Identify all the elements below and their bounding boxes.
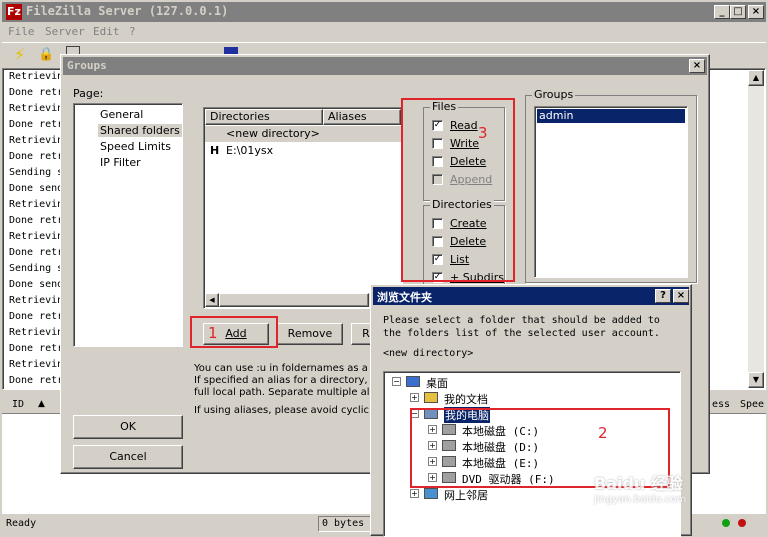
annotation-1: 1 (208, 324, 218, 342)
page-item[interactable]: IP Filter (98, 156, 143, 169)
log-line: Done retr (9, 151, 64, 162)
log-line: Done retr (9, 375, 64, 386)
filezilla-logo-icon: Fz (6, 4, 22, 20)
main-titlebar: Fz FileZilla Server (127.0.0.1) _ □ × (2, 2, 766, 22)
remove-button[interactable]: Remove (277, 323, 343, 345)
tree-folder-icon (424, 392, 438, 403)
log-line: Retrievin (9, 295, 64, 306)
status-led-red-icon (738, 519, 746, 527)
log-line: Retrievin (9, 199, 64, 210)
browse-message-2: the folders list of the selected user ac… (383, 328, 660, 339)
log-line: Retrievin (9, 135, 64, 146)
directories-list: Directories Aliases <new directory> H E:\0… (203, 107, 403, 309)
tree-folder-icon (406, 376, 420, 387)
watermark-line1: Baidu 经验 (594, 474, 683, 493)
tree-item[interactable]: 我的文档 (444, 391, 488, 407)
log-line: Retrievin (9, 327, 64, 338)
help-text: full local path. Separate multiple alias… (194, 387, 390, 398)
page-label: Page: (73, 87, 104, 100)
connect-icon[interactable]: ⚡ (14, 46, 32, 64)
log-line: Done retr (9, 87, 64, 98)
browse-titlebar: 浏览文件夹 ? × (373, 287, 689, 305)
status-ready: Ready (6, 518, 37, 529)
home-marker: H (210, 144, 220, 157)
log-line: Retrievin (9, 103, 64, 114)
log-line: Done send (9, 279, 64, 290)
help-text: If specified an alias for a directory, i… (194, 375, 389, 386)
log-line: Retrievin (9, 359, 64, 370)
log-line: Done retr (9, 215, 64, 226)
status-bytes: 0 bytes (322, 518, 365, 529)
scroll-up-button[interactable]: ▲ (748, 70, 764, 86)
dir-header-aliases[interactable]: Aliases (323, 109, 401, 125)
tree-expander[interactable]: + (410, 489, 419, 498)
groups-close-button[interactable]: × (689, 59, 705, 73)
ok-button[interactable]: OK (73, 415, 183, 439)
col-bytes[interactable]: ess (712, 399, 730, 410)
menu-server[interactable]: Server (45, 25, 85, 38)
browse-message-1: Please select a folder that should be ad… (383, 315, 660, 326)
page-tree: General Shared folders Speed Limits IP Filt… (73, 103, 183, 347)
groups-listbox: admin (534, 106, 688, 278)
scroll-down-button[interactable]: ▼ (748, 372, 764, 388)
page-item[interactable]: Shared folders (98, 124, 182, 137)
col-id[interactable]: ID (12, 399, 24, 410)
status-led-green-icon (722, 519, 730, 527)
menu-help[interactable]: ? (129, 25, 136, 38)
hscroll-left-button[interactable]: ◀ (205, 293, 219, 307)
page-item[interactable]: General (98, 108, 145, 121)
lock-icon[interactable]: 🔒 (38, 46, 54, 64)
groups-titlebar: Groups × (63, 57, 707, 75)
browse-title: 浏览文件夹 (377, 291, 432, 304)
tree-expander[interactable]: − (392, 377, 401, 386)
log-line: Retrievin (9, 231, 64, 242)
close-button[interactable]: × (748, 5, 764, 19)
log-line: Done retr (9, 247, 64, 258)
hscroll-thumb[interactable] (219, 293, 369, 307)
minimize-button[interactable]: _ (714, 5, 730, 19)
groups-list-title: Groups (532, 88, 576, 101)
tree-expander[interactable]: + (410, 393, 419, 402)
log-line: Done send (9, 183, 64, 194)
menu-edit[interactable]: Edit (93, 25, 120, 38)
watermark-line2: jingyan.baidu.com (594, 494, 687, 505)
col-speed[interactable]: Spee (740, 399, 764, 410)
tree-item[interactable]: 桌面 (426, 375, 448, 391)
group-item-admin[interactable]: admin (537, 109, 685, 123)
dir-header-directories[interactable]: Directories (205, 109, 323, 125)
log-scrollbar[interactable]: ▲ ▼ (748, 70, 764, 388)
help-text: You can use :u in foldernames as a pl (194, 363, 381, 374)
groups-list-group: Groups admin (525, 88, 697, 283)
annotation-3: 3 (478, 124, 488, 142)
annotation-box-add (190, 316, 278, 348)
page-item[interactable]: Speed Limits (98, 140, 173, 153)
main-title: FileZilla Server (127.0.0.1) (26, 4, 229, 18)
log-line: Done retr (9, 311, 64, 322)
menu-file[interactable]: File (8, 25, 35, 38)
help-text: If using aliases, please avoid cyclic di… (194, 405, 386, 416)
annotation-2: 2 (598, 424, 608, 442)
log-line: Done retr (9, 343, 64, 354)
log-line: Sending s (9, 167, 64, 178)
browse-close-button[interactable]: × (673, 289, 689, 303)
browse-current: <new directory> (383, 348, 474, 359)
log-line: Retrievin (9, 71, 64, 82)
groups-title: Groups (67, 59, 107, 72)
dir-row-name[interactable]: E:\01ysx (226, 144, 273, 157)
cancel-button[interactable]: Cancel (73, 445, 183, 469)
dir-row-name[interactable]: <new directory> (226, 127, 320, 140)
tree-item[interactable]: 网上邻居 (444, 487, 488, 503)
maximize-button[interactable]: □ (730, 5, 746, 19)
tree-folder-icon (424, 488, 438, 499)
log-line: Done retr (9, 119, 64, 130)
browse-help-button[interactable]: ? (655, 289, 671, 303)
log-line: Sending s (9, 263, 64, 274)
watermark: Baidu 经验 jingyan.baidu.com (594, 470, 686, 505)
annotation-box-files (401, 98, 515, 282)
sort-arrow-icon: ▲ (38, 399, 45, 409)
